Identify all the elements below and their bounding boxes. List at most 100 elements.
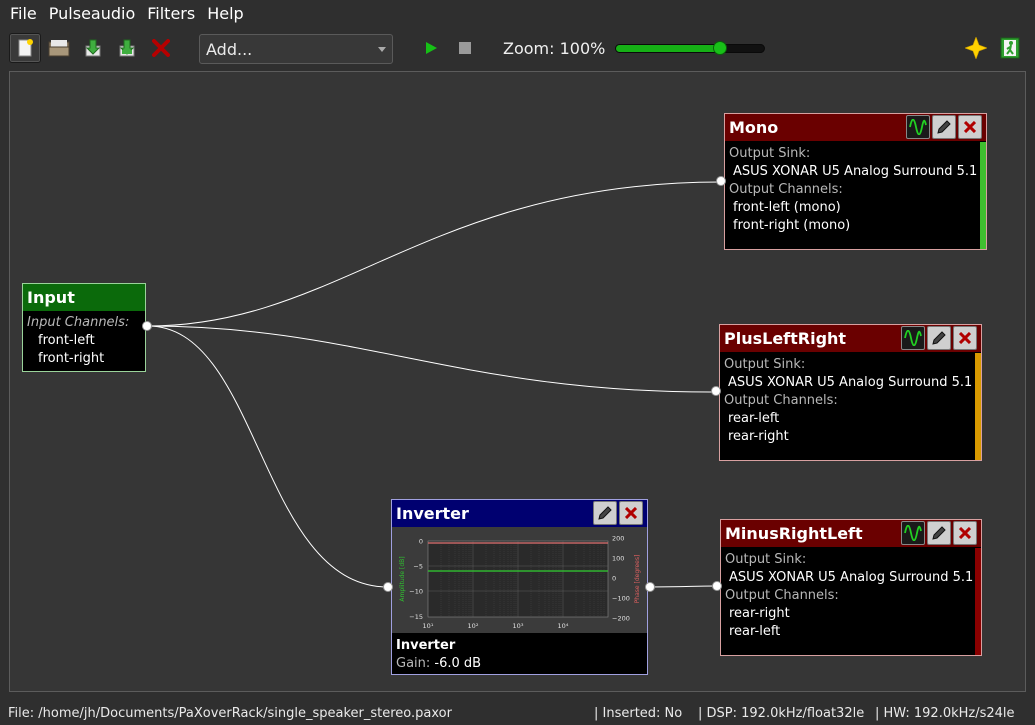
inverter-filter-name: Inverter bbox=[396, 638, 456, 653]
open-file-button[interactable] bbox=[43, 33, 75, 63]
exit-button[interactable] bbox=[994, 33, 1026, 63]
mono-level-meter bbox=[980, 142, 986, 249]
chevron-down-icon bbox=[378, 47, 386, 52]
plus-left-right-channels-label: Output Channels: bbox=[724, 393, 838, 408]
mono-edit-button[interactable] bbox=[932, 115, 956, 139]
minus-right-left-node-body: Output Sink: ASUS XONAR U5 Analog Surrou… bbox=[725, 551, 973, 641]
save-button[interactable] bbox=[77, 33, 109, 63]
inverter-remove-button[interactable] bbox=[619, 501, 643, 525]
minus-right-left-sink-value: ASUS XONAR U5 Analog Surround 5.1 bbox=[729, 570, 974, 585]
plus-left-right-remove-button[interactable] bbox=[953, 326, 977, 350]
delete-button[interactable] bbox=[145, 33, 177, 63]
mono-remove-button[interactable] bbox=[958, 115, 982, 139]
add-filter-dropdown-value: Add... bbox=[206, 40, 253, 59]
plus-left-right-level-meter bbox=[975, 353, 981, 460]
pencil-icon bbox=[932, 331, 946, 345]
minus-right-left-remove-button[interactable] bbox=[953, 521, 977, 545]
plus-left-right-edit-button[interactable] bbox=[927, 326, 951, 350]
y-tick-right: 100 bbox=[612, 555, 624, 563]
plus-left-right-analyzer-button[interactable] bbox=[901, 326, 925, 350]
x-tick: 10⁴ bbox=[558, 622, 569, 630]
phase-axis-label: Phase [degrees] bbox=[634, 555, 641, 604]
waveform-icon bbox=[904, 525, 922, 541]
status-file-path: File: /home/jh/Documents/PaXoverRack/sin… bbox=[8, 706, 452, 721]
wire-input-plus bbox=[147, 325, 717, 393]
mono-node-body: Output Sink: ASUS XONAR U5 Analog Surrou… bbox=[729, 145, 977, 235]
sparkle-button[interactable] bbox=[960, 33, 992, 63]
inverter-node-body: Inverter Gain: -6.0 dB bbox=[396, 637, 481, 673]
minus-right-left-channel-item: rear-left bbox=[729, 624, 781, 639]
zoom-slider[interactable] bbox=[615, 41, 765, 55]
mono-input-port[interactable] bbox=[716, 176, 726, 186]
delete-icon bbox=[152, 39, 170, 57]
inverter-output-port[interactable] bbox=[645, 582, 655, 592]
inverter-input-port[interactable] bbox=[383, 582, 393, 592]
save-as-button[interactable] bbox=[111, 33, 143, 63]
plus-left-right-channel-item: rear-right bbox=[728, 429, 789, 444]
zoom-slider-fill bbox=[616, 45, 720, 52]
input-channel-item: front-left bbox=[38, 333, 95, 348]
menu-pulseaudio[interactable]: Pulseaudio bbox=[43, 4, 141, 23]
minus-right-left-input-port[interactable] bbox=[712, 581, 722, 591]
sparkle-icon bbox=[965, 37, 987, 59]
y-tick-right: 200 bbox=[612, 535, 624, 543]
exit-icon bbox=[1000, 37, 1020, 59]
status-hw: | HW: 192.0kHz/s24le bbox=[875, 706, 1015, 721]
minus-right-left-edit-button[interactable] bbox=[927, 521, 951, 545]
mono-node[interactable]: Mono Output Sink: ASUS XONAR U5 Analog S… bbox=[724, 113, 987, 250]
menu-bar: File Pulseaudio Filters Help bbox=[0, 0, 1035, 26]
plus-left-right-input-port[interactable] bbox=[711, 386, 721, 396]
input-node-title: Input bbox=[23, 284, 145, 311]
mono-sink-label: Output Sink: bbox=[729, 146, 811, 161]
status-bar: File: /home/jh/Documents/PaXoverRack/sin… bbox=[0, 700, 1035, 725]
y-tick-right: 0 bbox=[612, 575, 616, 583]
zoom-label: Zoom: 100% bbox=[503, 39, 606, 58]
mono-channel-item: front-left (mono) bbox=[733, 200, 841, 215]
menu-filters[interactable]: Filters bbox=[141, 4, 201, 23]
y-tick-left: −5 bbox=[413, 563, 423, 571]
plus-left-right-node[interactable]: PlusLeftRight Output Sink: ASUS XONAR U5… bbox=[719, 324, 982, 461]
play-button[interactable] bbox=[415, 33, 447, 63]
menu-help[interactable]: Help bbox=[201, 4, 249, 23]
menu-file[interactable]: File bbox=[4, 4, 43, 23]
y-tick-left: −15 bbox=[409, 613, 423, 621]
y-tick-left: −10 bbox=[409, 588, 423, 596]
minus-right-left-level-meter bbox=[975, 548, 981, 655]
close-icon bbox=[959, 332, 971, 344]
pencil-icon bbox=[937, 120, 951, 134]
inverter-node[interactable]: Inverter 0 −5 −10 −15 200 100 0 −100 −20… bbox=[391, 499, 648, 675]
input-node[interactable]: Input Input Channels: front-left front-r… bbox=[22, 283, 146, 372]
add-filter-dropdown[interactable]: Add... bbox=[199, 34, 393, 64]
zoom-slider-handle[interactable] bbox=[713, 41, 727, 55]
minus-right-left-channels-label: Output Channels: bbox=[725, 588, 839, 603]
wire-input-inverter bbox=[147, 325, 389, 588]
input-output-port[interactable] bbox=[142, 321, 152, 331]
close-icon bbox=[625, 507, 637, 519]
input-node-body: Input Channels: front-left front-right bbox=[27, 314, 129, 368]
minus-right-left-sink-label: Output Sink: bbox=[725, 552, 807, 567]
node-canvas[interactable]: Input Input Channels: front-left front-r… bbox=[9, 71, 1026, 692]
close-icon bbox=[964, 121, 976, 133]
stop-icon bbox=[459, 42, 471, 54]
input-channel-item: front-right bbox=[38, 351, 105, 366]
input-channels-label: Input Channels: bbox=[27, 315, 130, 330]
x-tick: 10¹ bbox=[423, 622, 434, 630]
waveform-icon bbox=[904, 330, 922, 346]
stop-button[interactable] bbox=[449, 33, 481, 63]
inverter-gain-label: Gain: bbox=[396, 656, 431, 671]
save-as-icon bbox=[119, 39, 135, 57]
new-file-button[interactable] bbox=[9, 33, 41, 63]
x-tick: 10² bbox=[468, 622, 479, 630]
mono-analyzer-button[interactable] bbox=[906, 115, 930, 139]
inverter-edit-button[interactable] bbox=[593, 501, 617, 525]
open-folder-icon bbox=[48, 40, 70, 57]
mono-channels-label: Output Channels: bbox=[729, 182, 843, 197]
minus-right-left-analyzer-button[interactable] bbox=[901, 521, 925, 545]
mono-channel-item: front-right (mono) bbox=[733, 218, 851, 233]
inverter-response-plot: 0 −5 −10 −15 200 100 0 −100 −200 10¹ 10²… bbox=[392, 527, 647, 633]
wire-inverter-minus bbox=[649, 585, 717, 588]
plus-left-right-sink-value: ASUS XONAR U5 Analog Surround 5.1 bbox=[728, 375, 973, 390]
minus-right-left-node[interactable]: MinusRightLeft Output Sink: ASUS XONAR U… bbox=[720, 519, 982, 656]
status-dsp: | DSP: 192.0kHz/float32le bbox=[698, 706, 865, 721]
mono-sink-value: ASUS XONAR U5 Analog Surround 5.1 bbox=[733, 164, 978, 179]
